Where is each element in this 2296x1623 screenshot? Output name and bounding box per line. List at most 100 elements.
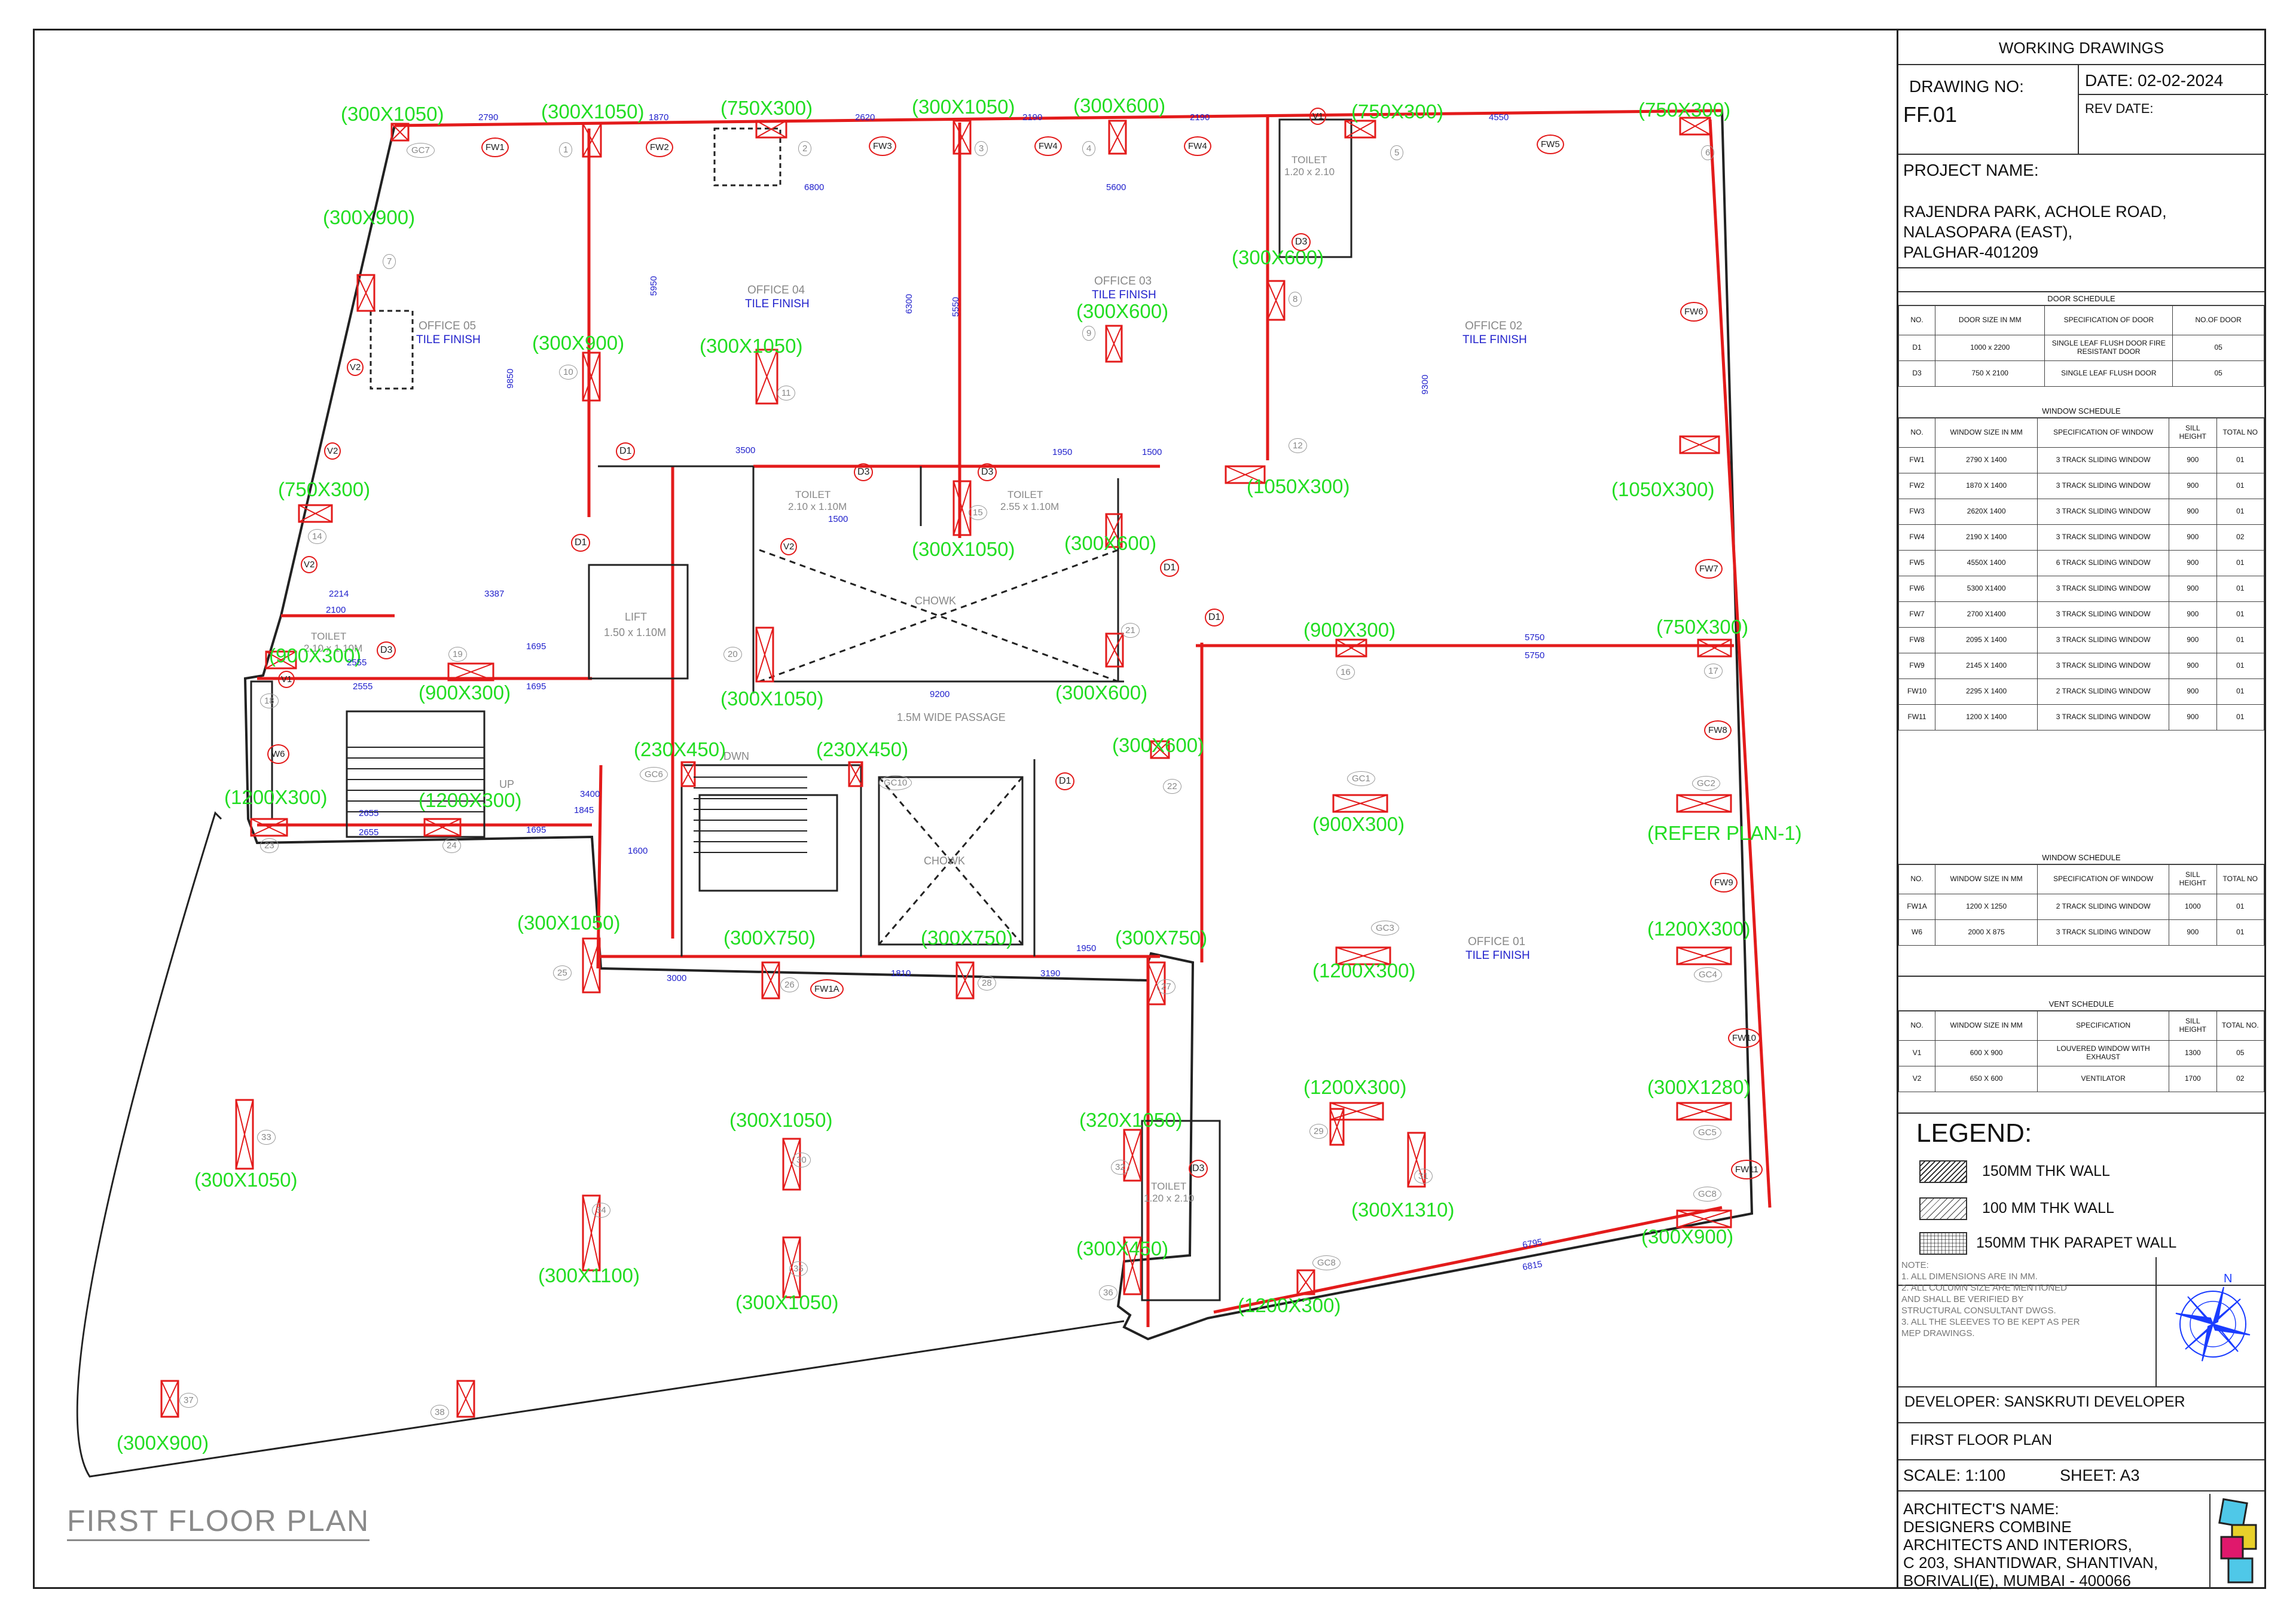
column-marker xyxy=(356,274,375,312)
column-size-label: (1050X300) xyxy=(1611,478,1715,500)
dimension-label: 1950 xyxy=(1076,943,1097,953)
window-tag: FW10 xyxy=(1728,1028,1761,1048)
dimension-label: 9200 xyxy=(930,689,950,699)
svg-text:N: N xyxy=(2224,1272,2232,1285)
gc-tag: GC1 xyxy=(1347,771,1375,786)
toilet-name: TOILET xyxy=(1292,154,1327,166)
column-size-label: (320X1050) xyxy=(1079,1109,1183,1131)
schedule-cell: 600 X 900 xyxy=(1935,1040,2038,1066)
toilet-name: TOILET xyxy=(1007,489,1043,500)
column-size-label: (300X750) xyxy=(1115,927,1208,949)
schedule-header-cell: WINDOW SIZE IN MM xyxy=(1935,1011,2038,1041)
title-block: WORKING DRAWINGS DRAWING NO: FF.01 DATE:… xyxy=(1897,29,2268,1591)
schedule-table: NO. WINDOW SIZE IN MM SPECIFICATION OF WIN… xyxy=(1898,418,2265,730)
window-tag: FW4 xyxy=(1034,136,1062,156)
column-number: 37 xyxy=(179,1393,198,1408)
column-size-label: (300X1050) xyxy=(912,96,1015,118)
column-number: 28 xyxy=(978,976,996,991)
schedule-header-cell: SPECIFICATION OF WINDOW xyxy=(2037,418,2170,448)
gc-tag: GC8 xyxy=(1312,1255,1341,1270)
architect-text: ARCHITECT'S NAME: DESIGNERS COMBINE ARCH… xyxy=(1903,1500,2158,1590)
column-size-label: (900X300) xyxy=(1303,619,1396,641)
room-finish: TILE FINISH xyxy=(1463,334,1527,346)
toilet-size: 1.20 x 2.10 xyxy=(1144,1193,1195,1204)
window-tag: FW6 xyxy=(1680,302,1708,322)
schedule-row: FW6 5300 X1400 3 TRACK SLIDING WINDOW 900 01 xyxy=(1898,576,2265,602)
schedule-cell: 01 xyxy=(2216,499,2265,525)
architect-row: ARCHITECT'S NAME: DESIGNERS COMBINE ARCH… xyxy=(1898,1491,2264,1591)
schedule-row: FW1A 1200 X 1250 2 TRACK SLIDING WINDOW 100… xyxy=(1898,894,2265,920)
column-marker xyxy=(160,1380,179,1418)
plan-title: FIRST FLOOR PLAN xyxy=(67,1503,370,1541)
schedule-header-cell: SILL HEIGHT xyxy=(2169,864,2217,894)
schedule-cell: 3 TRACK SLIDING WINDOW xyxy=(2037,524,2170,551)
room-finish: TILE FINISH xyxy=(1465,949,1530,962)
toilet-name: TOILET xyxy=(795,489,831,500)
schedule-cell: 01 xyxy=(2216,919,2265,946)
dimension-label: 4550 xyxy=(1489,112,1509,123)
schedule-cell: 900 xyxy=(2169,627,2217,653)
room-finish: TILE FINISH xyxy=(416,334,481,346)
schedule-cell: 900 xyxy=(2169,550,2217,576)
column-number: 35 xyxy=(789,1261,808,1276)
column-size-label: (750X300) xyxy=(1656,616,1749,638)
schedule-cell: 900 xyxy=(2169,447,2217,473)
schedule-row: FW8 2095 X 1400 3 TRACK SLIDING WINDOW 900 0… xyxy=(1898,627,2265,653)
toilet-size: 2.10 x 1.10M xyxy=(788,501,847,512)
column-size-label: (300X900) xyxy=(117,1432,209,1454)
dimension-label: 5550 xyxy=(951,297,961,317)
column-marker xyxy=(1329,1102,1384,1121)
schedule-cell: 5300 X1400 xyxy=(1935,576,2038,602)
toilet-size: 1.20 x 2.10 xyxy=(1284,166,1335,178)
column-number: 30 xyxy=(792,1153,811,1167)
column-marker xyxy=(1266,280,1286,321)
dimension-label: 2655 xyxy=(359,827,379,838)
notes-text: NOTE: 1. ALL DIMENSIONS ARE IN MM. 2. AL… xyxy=(1901,1260,2080,1338)
schedule-cell: 3 TRACK SLIDING WINDOW xyxy=(2037,653,2170,679)
column-marker xyxy=(1105,632,1124,668)
column-size-label: (300X1050) xyxy=(912,538,1015,560)
column-marker xyxy=(423,818,462,837)
column-number: 10 xyxy=(559,365,578,380)
dimension-label: 2190 xyxy=(1022,112,1043,123)
schedule-header-cell: SPECIFICATION xyxy=(2037,1011,2170,1041)
dimension-label: 2214 xyxy=(329,589,349,599)
column-size-label: (300X900) xyxy=(532,332,625,354)
schedule-cell: V2 xyxy=(1898,1066,1936,1092)
schedule-row: D1 1000 x 2200 SINGLE LEAF FLUSH DOOR FIRE… xyxy=(1898,335,2264,361)
drawing-info: DRAWING NO: FF.01 DATE: 02-02-2024 REV D… xyxy=(1898,65,2268,155)
dimension-label: 3500 xyxy=(735,445,756,456)
column-number: 11 xyxy=(777,386,795,401)
column-size-label: (300X750) xyxy=(921,927,1013,949)
column-size-label: (300X600) xyxy=(1055,681,1148,704)
schedule-cell: 900 xyxy=(2169,524,2217,551)
column-marker xyxy=(1108,120,1127,155)
gc-tag: GC8 xyxy=(1693,1187,1721,1202)
schedule-cell: 2790 X 1400 xyxy=(1935,447,2038,473)
column-marker xyxy=(1105,325,1123,363)
column-number: 20 xyxy=(723,647,742,662)
schedule-cell: VENTILATOR xyxy=(2037,1066,2170,1092)
project-address: RAJENDRA PARK, ACHOLE ROAD, NALASOPARA (… xyxy=(1903,203,2167,261)
gc-tag: GC3 xyxy=(1371,921,1399,936)
column-marker xyxy=(1332,794,1388,813)
schedule-cell: 3 TRACK SLIDING WINDOW xyxy=(2037,919,2170,946)
column-size-label: (1200X300) xyxy=(1303,1076,1407,1098)
dimension-label: 2620 xyxy=(855,112,875,123)
window-tag: FW7 xyxy=(1695,559,1723,579)
schedule-cell: W6 xyxy=(1898,919,1936,946)
dimension-label: 2190 xyxy=(1190,112,1210,123)
dimension-label: 5750 xyxy=(1525,632,1545,643)
schedule-cell: FW10 xyxy=(1898,678,1936,705)
schedule-row: D3 750 X 2100 SINGLE LEAF FLUSH DOOR 05 xyxy=(1898,360,2264,387)
schedule-cell: 1200 X 1250 xyxy=(1935,894,2038,920)
schedule-cell: 05 xyxy=(2216,1040,2265,1066)
window-tag: FW9 xyxy=(1710,873,1738,893)
schedule-cell: D1 xyxy=(1898,335,1936,361)
schedule-cell: 1000 x 2200 xyxy=(1935,335,2045,361)
schedule-cell: FW5 xyxy=(1898,550,1936,576)
window-tag: FW5 xyxy=(1537,135,1564,154)
column-number: 32 xyxy=(1111,1160,1129,1175)
room-name: OFFICE 01 xyxy=(1468,936,1526,948)
schedule-table: NO. WINDOW SIZE IN MM SPECIFICATION SILL HE… xyxy=(1898,1011,2265,1092)
